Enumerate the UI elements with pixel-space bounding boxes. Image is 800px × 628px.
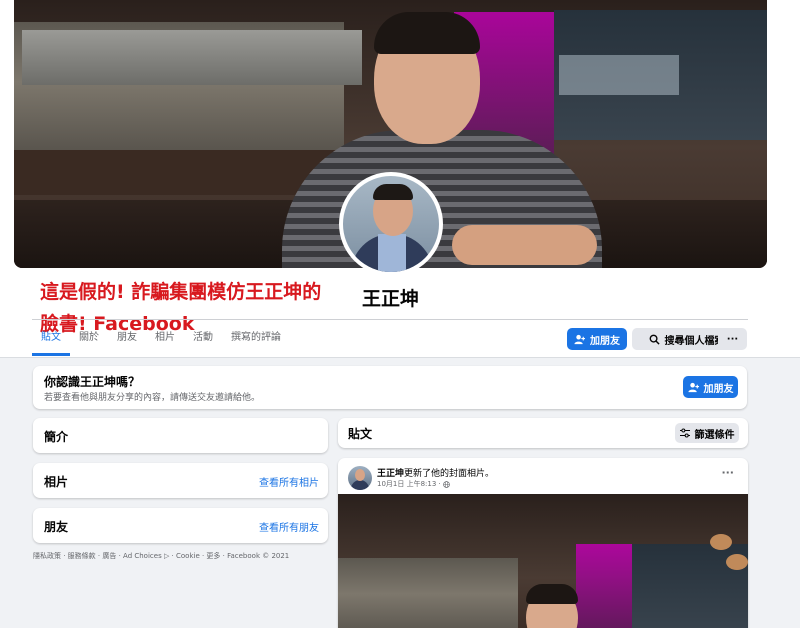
search-icon [649,334,660,345]
profile-avatar[interactable] [339,172,443,276]
add-friend-button[interactable]: 加朋友 [567,328,627,350]
post-header: 王正坤更新了他的封面相片。 [377,466,494,479]
know-person-subtitle: 若要查看他與朋友分享的內容，請傳送交友邀請給他。 [44,393,261,403]
profile-tabs: 貼文 關於 朋友 相片 活動 撰寫的評論 [32,322,290,356]
post-avatar-shirt [351,480,369,490]
person-arm [452,225,597,265]
know-person-title: 你認識王正坤嗎？ [44,375,141,389]
header-divider [32,319,748,320]
post-card: 王正坤更新了他的封面相片。 10月1日 上午8:13 · ··· [338,458,748,628]
photos-card: 相片 查看所有相片 [33,463,328,498]
friends-title: 朋友 [44,520,69,534]
post-author-name[interactable]: 王正坤 [377,469,404,479]
avatar-collar [378,234,406,272]
post-image-kitchen [338,558,518,628]
see-all-photos-link[interactable]: 查看所有相片 [259,474,319,489]
tab-about[interactable]: 關於 [70,322,108,356]
post-image-lamp [710,534,732,550]
more-options-button[interactable]: ··· [718,328,747,350]
photos-title: 相片 [44,475,69,489]
post-more-options-icon[interactable]: ··· [721,466,734,479]
tab-posts[interactable]: 貼文 [32,322,70,356]
post-image-person-hair [526,584,578,604]
sliders-icon [679,428,690,438]
tab-friends[interactable]: 朋友 [108,322,146,356]
person-hair [374,12,480,54]
post-author-avatar[interactable] [348,466,372,490]
friends-card: 朋友 查看所有朋友 [33,508,328,543]
add-friend-label: 加朋友 [590,335,620,347]
know-person-card: 你認識王正坤嗎？ 若要查看他與朋友分享的內容，請傳送交友邀請給他。 [33,366,747,409]
profile-header: 這是假的! 詐騙集團模仿王正坤的 臉書! Facebook 王正坤 貼文 關於 … [0,0,800,358]
know-add-friend-label: 加朋友 [703,383,734,395]
avatar-hair [373,184,413,200]
post-meta: 10月1日 上午8:13 · [377,479,450,489]
tab-photos[interactable]: 相片 [146,322,184,356]
tab-events[interactable]: 活動 [184,322,222,356]
globe-icon [443,480,450,488]
more-dots-icon: ··· [726,333,739,345]
know-add-friend-button[interactable]: 加朋友 [683,376,738,398]
profile-name: 王正坤 [362,288,420,310]
filter-label: 篩選條件 [694,429,735,441]
intro-title: 簡介 [44,430,69,444]
post-timestamp[interactable]: 10月1日 上午8:13 · [377,480,443,488]
post-image-lamp [726,554,748,570]
intro-card: 簡介 [33,418,328,453]
filter-button[interactable]: 篩選條件 [675,423,739,443]
post-action-text: 更新了他的封面相片。 [404,469,495,479]
post-avatar-face [355,469,365,481]
post-image-pink-light [576,544,632,628]
person-add-icon [574,334,585,344]
search-profile-label: 搜尋個人檔案 [664,335,725,347]
see-all-friends-link[interactable]: 查看所有朋友 [259,519,319,534]
person-add-icon [687,382,699,392]
posts-title: 貼文 [348,427,373,441]
post-cover-image[interactable] [338,494,748,628]
footer-links[interactable]: 隱私政策 · 服務條款 · 廣告 · Ad Choices ▷ · Cookie… [33,551,333,561]
warning-line-1: 這是假的! 詐騙集團模仿王正坤的 [40,281,322,303]
tab-reviews[interactable]: 撰寫的評論 [222,322,290,356]
